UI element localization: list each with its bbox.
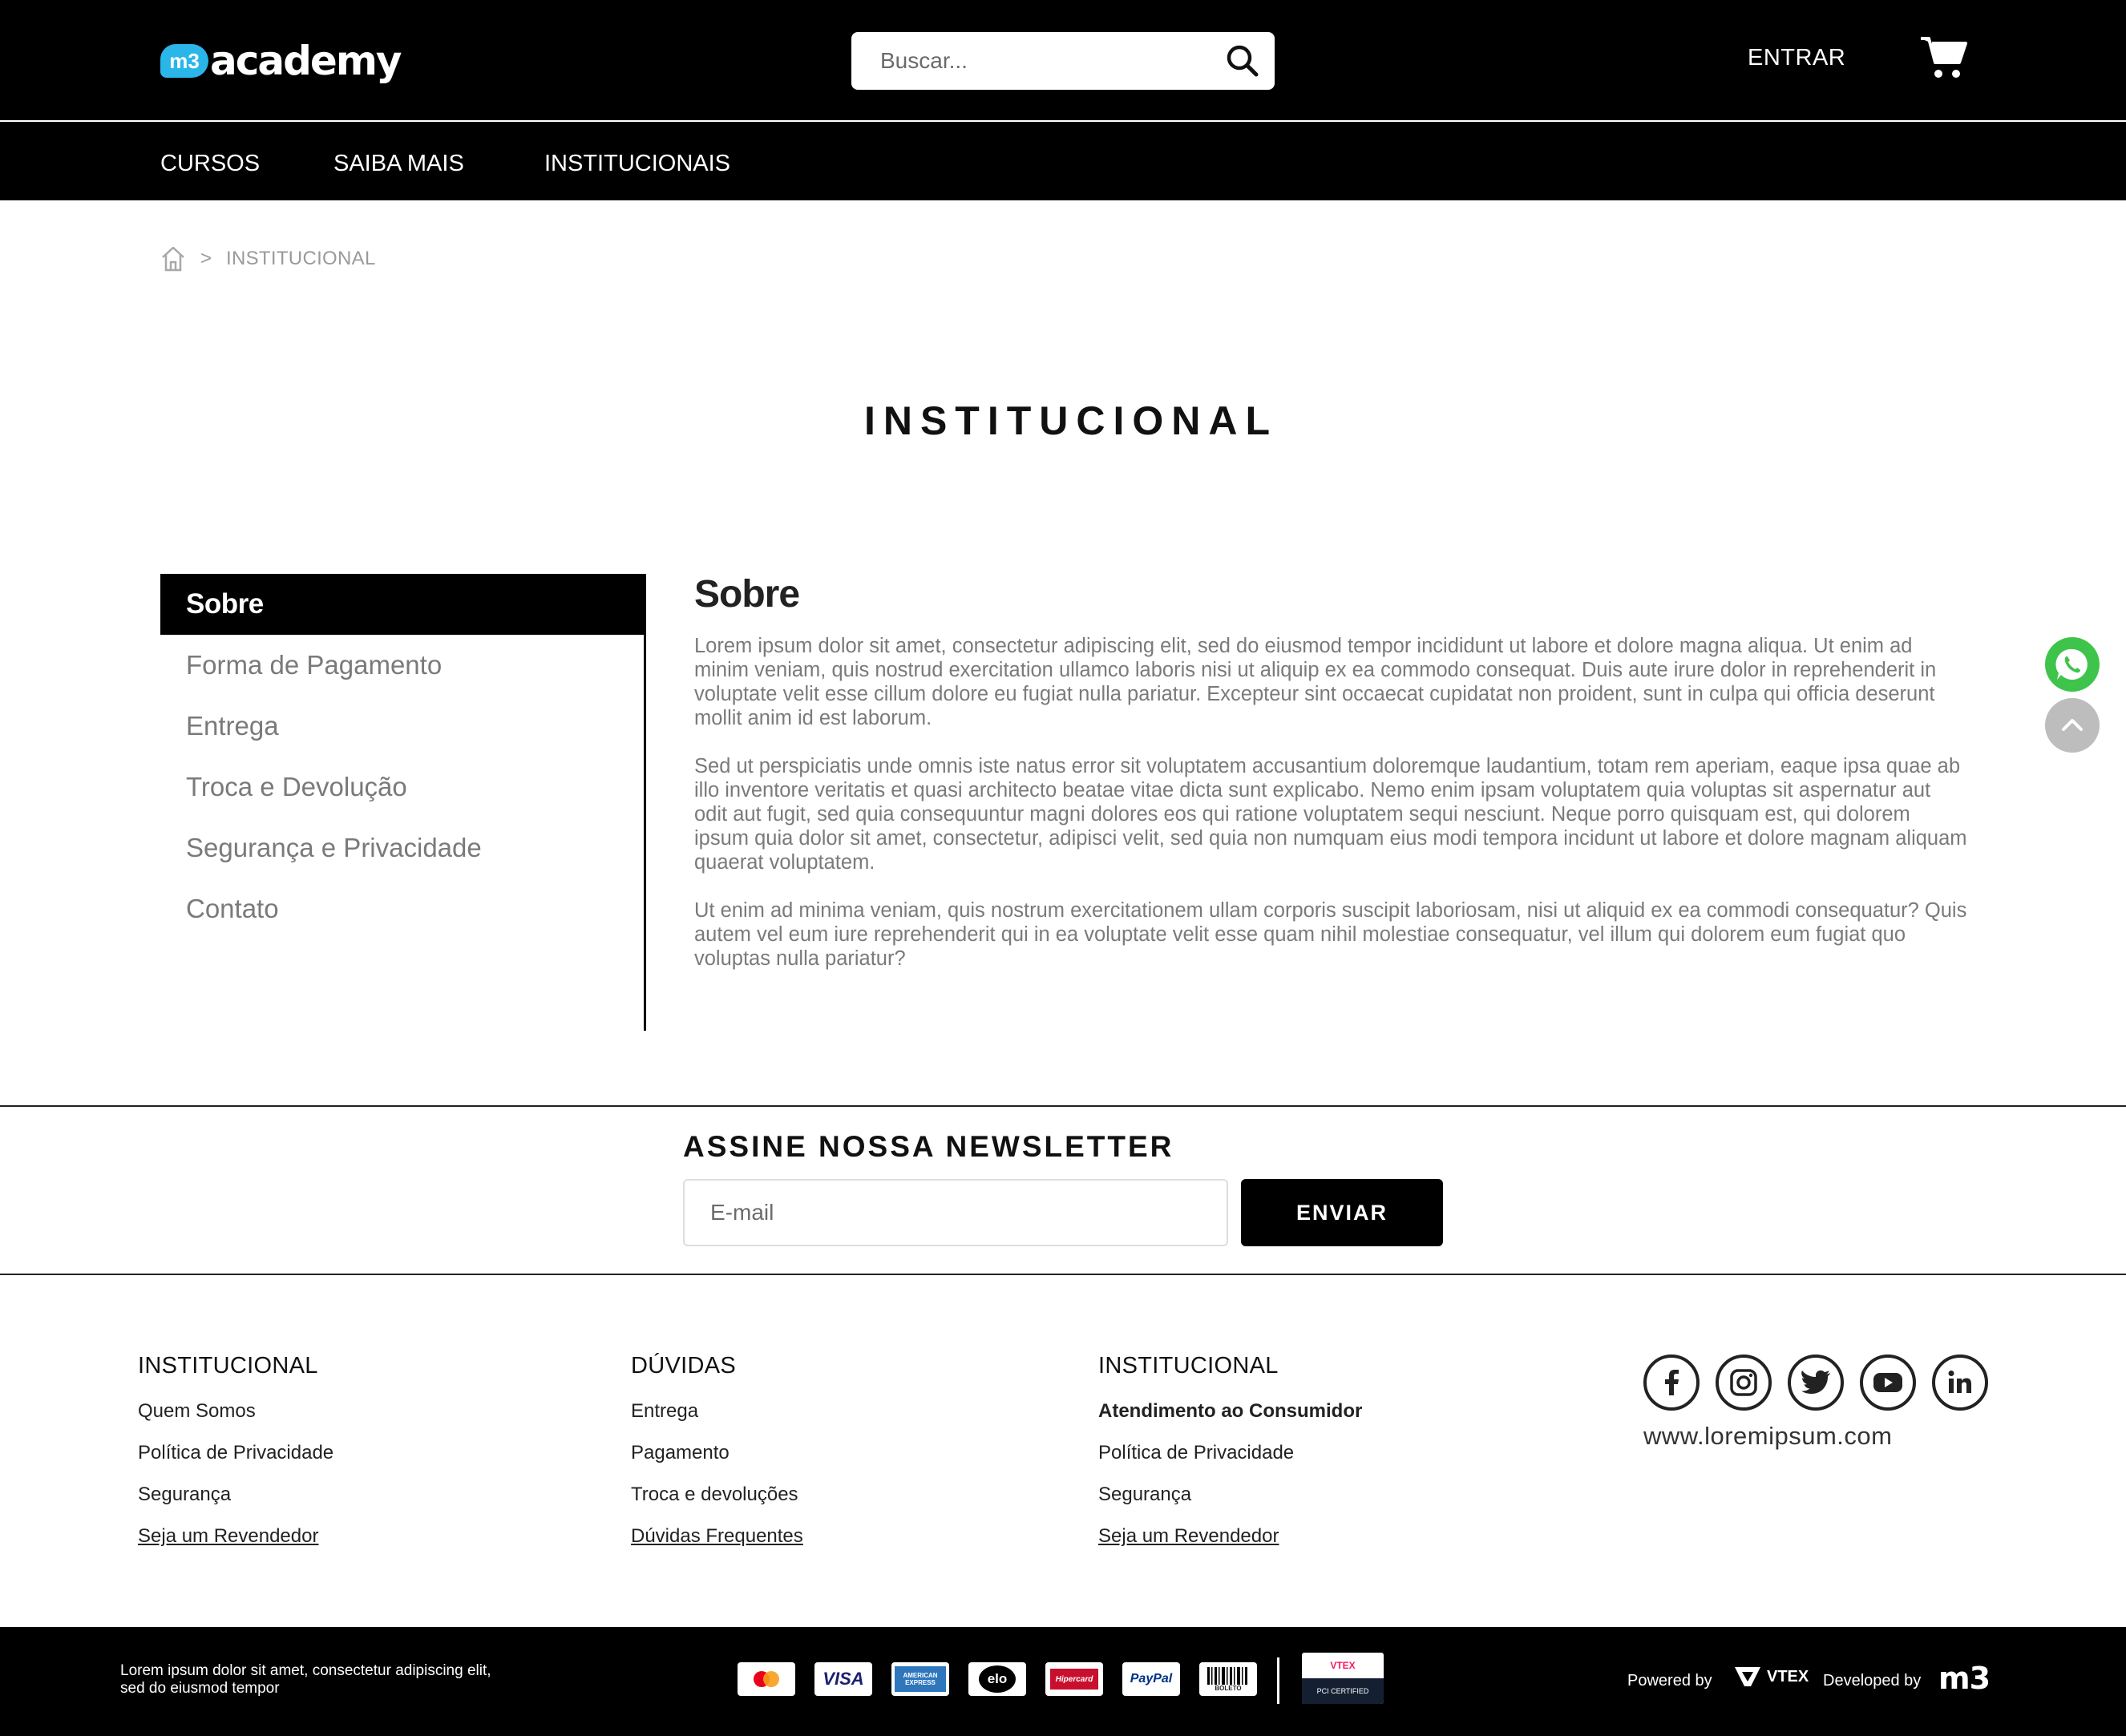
search-icon[interactable] <box>1225 43 1260 79</box>
nav-item-cursos[interactable]: CURSOS <box>160 151 260 177</box>
powered-by-label: Powered by <box>1627 1672 1712 1690</box>
footer-column-institucional: INSTITUCIONAL Quem Somos Política de Pri… <box>138 1353 333 1564</box>
hipercard-icon: Hipercard <box>1045 1662 1103 1696</box>
paypal-icon: PayPal <box>1122 1662 1180 1696</box>
vtex-icon <box>1735 1667 1760 1686</box>
top-header: m3 academy ENTRAR <box>0 0 2126 120</box>
newsletter-submit-button[interactable]: ENVIAR <box>1241 1179 1443 1246</box>
academy-logo[interactable]: m3 academy <box>160 37 402 85</box>
footer-link[interactable]: Política de Privacidade <box>1098 1439 1362 1480</box>
footer-column-title: INSTITUCIONAL <box>138 1353 318 1379</box>
content-paragraph: Sed ut perspiciatis unde omnis iste natu… <box>694 755 1967 874</box>
footer-link[interactable]: Seja um Revendedor <box>138 1522 333 1564</box>
whatsapp-icon <box>2055 648 2088 680</box>
vtex-logo[interactable]: VTEX <box>1733 1665 1809 1688</box>
footer-link[interactable]: Pagamento <box>631 1439 803 1480</box>
footer-column-title: INSTITUCIONAL <box>1098 1353 1279 1379</box>
whatsapp-button[interactable] <box>2045 637 2100 692</box>
sidebar-item-entrega[interactable]: Entrega <box>160 696 645 757</box>
search-input[interactable] <box>851 37 1204 85</box>
scroll-to-top-button[interactable] <box>2045 698 2100 753</box>
sidebar-item-forma-de-pagamento[interactable]: Forma de Pagamento <box>160 635 645 696</box>
website-url[interactable]: www.loremipsum.com <box>1643 1422 1892 1451</box>
nav-item-saiba-mais[interactable]: SAIBA MAIS <box>333 151 464 177</box>
footer-link[interactable]: Seja um Revendedor <box>1098 1522 1362 1564</box>
sidebar-item-sobre[interactable]: Sobre <box>160 574 645 635</box>
footer-link[interactable]: Entrega <box>631 1397 803 1439</box>
footer-link[interactable]: Segurança <box>1098 1480 1362 1522</box>
newsletter-email-input[interactable] <box>683 1179 1228 1246</box>
footer-link[interactable]: Quem Somos <box>138 1397 333 1439</box>
visa-icon: VISA <box>814 1662 872 1696</box>
sidebar-item-troca-e-devolucao[interactable]: Troca e Devolução <box>160 757 645 818</box>
youtube-icon[interactable] <box>1860 1354 1916 1411</box>
bottom-bar: Lorem ipsum dolor sit amet, consectetur … <box>0 1627 2126 1736</box>
home-icon[interactable] <box>160 245 186 273</box>
twitter-icon[interactable] <box>1788 1354 1844 1411</box>
institutional-sidebar: Sobre Forma de Pagamento Entrega Troca e… <box>160 574 646 1031</box>
bottom-text: Lorem ipsum dolor sit amet, consectetur … <box>120 1662 491 1697</box>
breadcrumb: > INSTITUCIONAL <box>160 245 376 273</box>
chevron-up-icon <box>2062 719 2083 731</box>
footer-link[interactable]: Política de Privacidade <box>138 1439 333 1480</box>
main-nav: CURSOS SAIBA MAIS INSTITUCIONAIS <box>0 122 2126 200</box>
content-paragraph: Ut enim ad minima veniam, quis nostrum e… <box>694 899 1967 970</box>
footer-link[interactable]: Troca e devoluções <box>631 1480 803 1522</box>
social-links <box>1643 1354 1988 1411</box>
elo-icon: elo <box>968 1662 1026 1696</box>
newsletter-title: ASSINE NOSSA NEWSLETTER <box>683 1130 1174 1163</box>
content-area: Sobre Lorem ipsum dolor sit amet, consec… <box>694 572 1969 995</box>
content-paragraph: Lorem ipsum dolor sit amet, consectetur … <box>694 635 1937 729</box>
footer-link[interactable]: Atendimento ao Consumidor <box>1098 1397 1362 1439</box>
breadcrumb-current: INSTITUCIONAL <box>226 248 376 269</box>
footer-column-title: DÚVIDAS <box>631 1353 737 1379</box>
content-heading: Sobre <box>694 573 800 616</box>
boleto-icon: BOLETO <box>1199 1662 1257 1696</box>
developed-by-label: Developed by <box>1823 1672 1922 1690</box>
footer-link[interactable]: Dúvidas Frequentes <box>631 1522 803 1564</box>
footer-link[interactable]: Segurança <box>138 1480 333 1522</box>
linkedin-icon[interactable] <box>1932 1354 1988 1411</box>
logo-badge: m3 <box>160 44 208 78</box>
instagram-icon[interactable] <box>1716 1354 1772 1411</box>
breadcrumb-separator: > <box>200 248 212 269</box>
facebook-icon[interactable] <box>1643 1354 1700 1411</box>
sidebar-item-seguranca-e-privacidade[interactable]: Segurança e Privacidade <box>160 818 645 878</box>
search-box <box>851 32 1275 90</box>
divider <box>0 1105 2126 1107</box>
footer-column-duvidas: DÚVIDAS Entrega Pagamento Troca e devolu… <box>631 1353 803 1564</box>
cart-icon[interactable] <box>1919 32 1969 82</box>
page-title: INSTITUCIONAL <box>863 398 1279 443</box>
divider <box>1277 1657 1279 1704</box>
logo-text: academy <box>210 38 402 84</box>
nav-item-institucionais[interactable]: INSTITUCIONAIS <box>544 151 730 177</box>
divider <box>0 1274 2126 1275</box>
footer-column-institucional-2: INSTITUCIONAL Atendimento ao Consumidor … <box>1098 1353 1362 1564</box>
login-link[interactable]: ENTRAR <box>1748 45 1845 71</box>
sidebar-item-contato[interactable]: Contato <box>160 878 645 939</box>
mastercard-icon <box>738 1662 795 1696</box>
amex-icon: AMERICAN EXPRESS <box>891 1662 949 1696</box>
vtex-pci-badge: VTEX PCI CERTIFIED <box>1302 1653 1384 1704</box>
m3-logo[interactable]: m3 <box>1938 1661 1991 1696</box>
